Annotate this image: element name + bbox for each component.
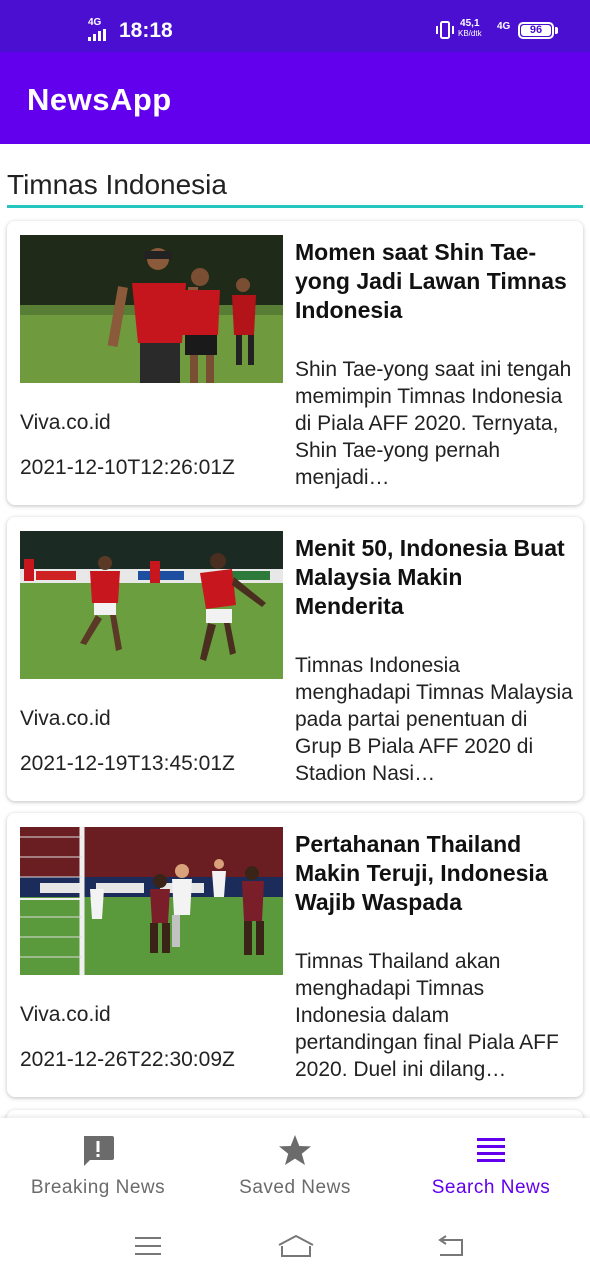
star-icon (279, 1135, 311, 1165)
article-description-text: Shin Tae-yong saat ini tengah memimpin T… (295, 358, 572, 489)
article-thumbnail (20, 531, 283, 679)
article-thumbnail (20, 235, 283, 383)
bottom-navigation: Breaking News Saved News Search News (0, 1118, 590, 1216)
vibrate-icon (436, 21, 454, 39)
app-title: NewsApp (27, 82, 172, 117)
nav-breaking-news[interactable]: Breaking News (0, 1118, 196, 1216)
data-speed: 45,1 KB/dtk (458, 19, 482, 39)
article-description-text: Timnas Indonesia menghadapi Timnas Malay… (295, 654, 573, 785)
network-type: 4G (88, 17, 102, 28)
nav-label: Saved News (239, 1177, 351, 1198)
data-speed-unit: KB/dtk (458, 29, 482, 38)
article-date: 2021-12-19T13:45:01Z (20, 752, 235, 775)
article-source: Viva.co.id (20, 1003, 111, 1026)
article-thumbnail (20, 827, 283, 975)
signal-icon (88, 29, 108, 41)
nav-label: Breaking News (30, 1177, 166, 1198)
app-bar: NewsApp (0, 52, 590, 144)
article-card[interactable]: Menit 50, Indonesia Buat Malaysia Makin … (7, 517, 583, 801)
article-source: Viva.co.id (20, 411, 111, 434)
article-description: Shin Tae-yong saat ini tengah memimpin T… (295, 356, 573, 491)
article-card[interactable]: Momen saat Shin Tae-yong Jadi Lawan Timn… (7, 221, 583, 505)
network-type-2: 4G (497, 21, 511, 32)
menu-icon[interactable] (132, 1232, 164, 1260)
search-field[interactable] (7, 160, 583, 208)
battery-level: 96 (521, 25, 551, 36)
article-description: Timnas Indonesia menghadapi Timnas Malay… (295, 652, 573, 787)
nav-search-news[interactable]: Search News (393, 1118, 589, 1216)
home-icon[interactable] (276, 1232, 316, 1260)
alert-icon (84, 1136, 114, 1166)
battery-tip (555, 27, 558, 34)
status-bar: 4G 18:18 45,1 KB/dtk 4G 96 (0, 0, 590, 52)
back-icon[interactable] (434, 1232, 466, 1260)
nav-label: Search News (431, 1177, 551, 1198)
clock: 18:18 (119, 19, 173, 42)
article-date: 2021-12-10T12:26:01Z (20, 456, 235, 479)
article-title: Momen saat Shin Tae-yong Jadi Lawan Timn… (295, 239, 567, 323)
battery-icon: 96 (518, 22, 554, 39)
system-navigation (0, 1216, 590, 1280)
data-speed-value: 45,1 (460, 18, 480, 29)
article-source: Viva.co.id (20, 707, 111, 730)
search-underline (7, 205, 583, 208)
article-description-text: Timnas Thailand akan menghadapi Timnas I… (295, 950, 559, 1081)
nav-saved-news[interactable]: Saved News (197, 1118, 393, 1216)
article-title: Menit 50, Indonesia Buat Malaysia Makin … (295, 535, 565, 619)
article-card[interactable]: Pertahanan Thailand Makin Teruji, Indone… (7, 813, 583, 1097)
list-icon (477, 1138, 505, 1162)
article-title: Pertahanan Thailand Makin Teruji, Indone… (295, 831, 548, 915)
article-date: 2021-12-26T22:30:09Z (20, 1048, 235, 1071)
search-input[interactable] (7, 160, 583, 204)
article-description: Timnas Thailand akan menghadapi Timnas I… (295, 948, 573, 1083)
